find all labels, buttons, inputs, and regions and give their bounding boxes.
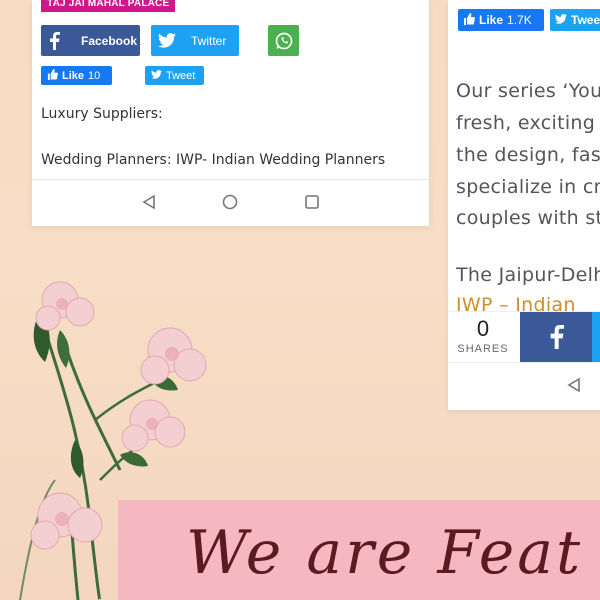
tweet-button[interactable]: Tweet — [145, 66, 204, 85]
article-line: the design, fash — [456, 144, 600, 166]
facebook-share-button[interactable]: Facebook — [41, 25, 140, 56]
twitter-bird-icon — [555, 13, 567, 27]
article-line: Our series ‘You — [456, 80, 600, 102]
android-nav-bar-right — [448, 362, 600, 410]
twitter-share-label: Twitter — [191, 33, 227, 48]
tweet-button-right[interactable]: Twee — [550, 9, 600, 31]
right-phone-card: Like 1.7K Twee Our series ‘You fresh, ex… — [448, 0, 600, 410]
share-counter-bar: 0 SHARES — [448, 311, 600, 362]
back-nav-icon[interactable] — [141, 194, 157, 210]
like-label-right: Like — [479, 13, 504, 27]
left-phone-card: TAJ JAI MAHAL PALACE Facebook Twitter Li… — [32, 0, 429, 226]
shares-count: 0 — [476, 316, 490, 341]
facebook-share-label: Facebook — [81, 33, 138, 48]
twitter-share-button-right[interactable] — [592, 312, 600, 362]
back-nav-icon[interactable] — [566, 377, 582, 393]
article-line: fresh, exciting n — [456, 112, 600, 134]
twitter-share-button[interactable]: Twitter — [151, 25, 239, 56]
twitter-bird-icon — [151, 69, 162, 82]
whatsapp-share-button[interactable] — [268, 25, 299, 56]
facebook-like-button-right[interactable]: Like 1.7K — [458, 9, 544, 31]
facebook-like-button[interactable]: Like 10 — [41, 66, 112, 85]
whatsapp-icon — [274, 31, 294, 51]
android-nav-bar — [32, 179, 429, 226]
facebook-share-button-right[interactable] — [520, 312, 592, 362]
facebook-icon — [550, 325, 564, 349]
recents-nav-icon[interactable] — [304, 194, 320, 210]
tweet-label-right: Twee — [571, 13, 600, 27]
wedding-planners-text: Wedding Planners: IWP- Indian Wedding Pl… — [41, 152, 386, 168]
like-count-right: 1.7K — [507, 13, 532, 27]
like-label: Like — [62, 69, 85, 82]
article-line: The Jaipur-Delh — [456, 264, 600, 286]
twitter-icon — [151, 33, 183, 48]
venue-tag[interactable]: TAJ JAI MAHAL PALACE — [41, 0, 176, 12]
facebook-icon — [41, 31, 67, 50]
article-line: couples with sta — [456, 207, 600, 229]
shares-label: SHARES — [457, 343, 509, 355]
home-nav-icon[interactable] — [222, 194, 238, 210]
tweet-label: Tweet — [166, 69, 196, 82]
thumbs-up-icon — [463, 12, 475, 28]
luxury-suppliers-text: Luxury Suppliers: — [41, 106, 163, 122]
thumbs-up-icon — [47, 68, 58, 83]
featured-headline: We are Feat — [186, 518, 584, 588]
article-line: specialize in cr — [456, 176, 600, 198]
like-count: 10 — [88, 69, 101, 82]
